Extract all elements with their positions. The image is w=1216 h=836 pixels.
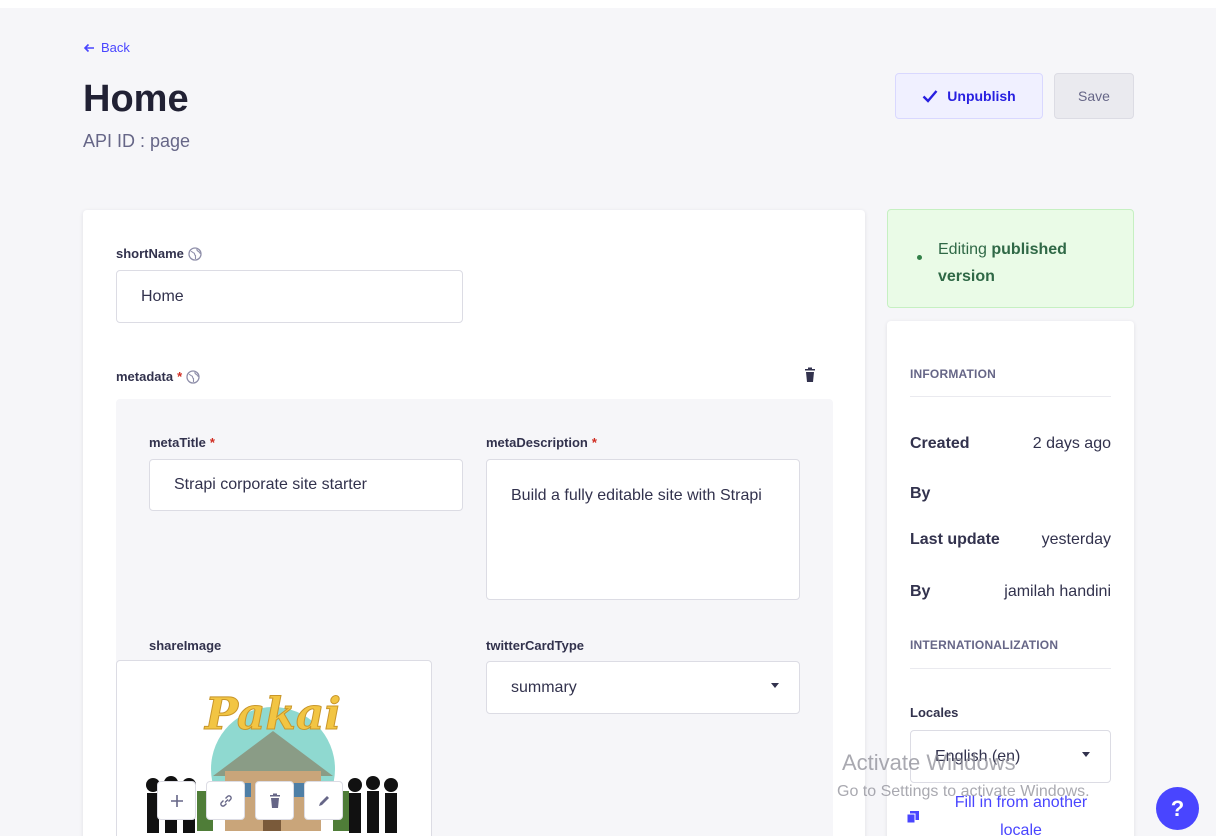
edit-media-button[interactable] bbox=[304, 781, 343, 820]
internationalization-heading: INTERNATIONALIZATION bbox=[910, 638, 1059, 652]
created-by-row: By bbox=[910, 485, 931, 502]
arrow-left-icon bbox=[83, 43, 94, 52]
metadata-label: metadata * bbox=[116, 369, 200, 384]
metadescription-label: metaDescription * bbox=[486, 435, 597, 450]
metatitle-label: metaTitle * bbox=[149, 435, 215, 450]
caret-down-icon bbox=[1082, 752, 1090, 757]
twittercardtype-select[interactable]: summary bbox=[486, 661, 800, 714]
updated-by-row: By jamilah handini bbox=[910, 583, 1111, 600]
globe-icon bbox=[186, 369, 200, 384]
metatitle-input[interactable]: Strapi corporate site starter bbox=[149, 459, 463, 511]
save-button[interactable]: Save bbox=[1054, 73, 1134, 119]
last-update-row: Last update yesterday bbox=[910, 531, 1111, 548]
page-background: Back Home API ID : page Unpublish Save s… bbox=[0, 8, 1216, 836]
delete-component-icon[interactable] bbox=[802, 367, 818, 383]
shareimage-label: shareImage bbox=[149, 638, 222, 653]
logo-text: Pakai bbox=[203, 689, 341, 740]
pencil-icon bbox=[318, 795, 329, 806]
delete-media-button[interactable] bbox=[255, 781, 294, 820]
twittercardtype-label: twitterCardType bbox=[486, 638, 584, 653]
activation-watermark-subtitle: Go to Settings to activate Windows. bbox=[837, 783, 1090, 800]
check-icon bbox=[922, 90, 938, 103]
duplicate-icon bbox=[907, 811, 919, 823]
api-id: API ID : page bbox=[83, 131, 191, 151]
status-text: Editing published version bbox=[938, 241, 1067, 285]
unpublish-button[interactable]: Unpublish bbox=[895, 73, 1043, 119]
media-toolbar bbox=[157, 781, 343, 820]
information-heading: INFORMATION bbox=[910, 367, 996, 381]
back-link[interactable]: Back bbox=[83, 40, 130, 55]
status-dot bbox=[917, 255, 922, 260]
locales-label: Locales bbox=[910, 705, 959, 720]
trash-icon bbox=[269, 793, 280, 808]
link-icon bbox=[219, 794, 232, 807]
shortname-input[interactable]: Home bbox=[116, 270, 463, 323]
metadescription-textarea[interactable]: Build a fully editable site with Strapi bbox=[486, 459, 800, 600]
status-banner: Editing published version bbox=[887, 209, 1134, 308]
unpublish-label: Unpublish bbox=[947, 88, 1016, 104]
edit-form-card: shortName Home metadata * metaTitle * Stra… bbox=[83, 210, 865, 836]
activation-watermark-title: Activate Windows bbox=[842, 750, 1016, 775]
back-label: Back bbox=[101, 40, 130, 55]
caret-down-icon bbox=[771, 683, 779, 688]
copy-link-button[interactable] bbox=[206, 781, 245, 820]
divider bbox=[910, 396, 1111, 397]
divider bbox=[910, 668, 1111, 669]
shortname-label: shortName bbox=[116, 246, 202, 261]
add-media-button[interactable] bbox=[157, 781, 196, 820]
page-title: Home bbox=[83, 78, 189, 120]
shareimage-media-box[interactable]: Pakai bbox=[116, 660, 432, 836]
plus-icon bbox=[170, 794, 183, 807]
help-button[interactable]: ? bbox=[1156, 787, 1199, 830]
globe-icon bbox=[188, 246, 202, 261]
created-row: Created 2 days ago bbox=[910, 435, 1111, 452]
